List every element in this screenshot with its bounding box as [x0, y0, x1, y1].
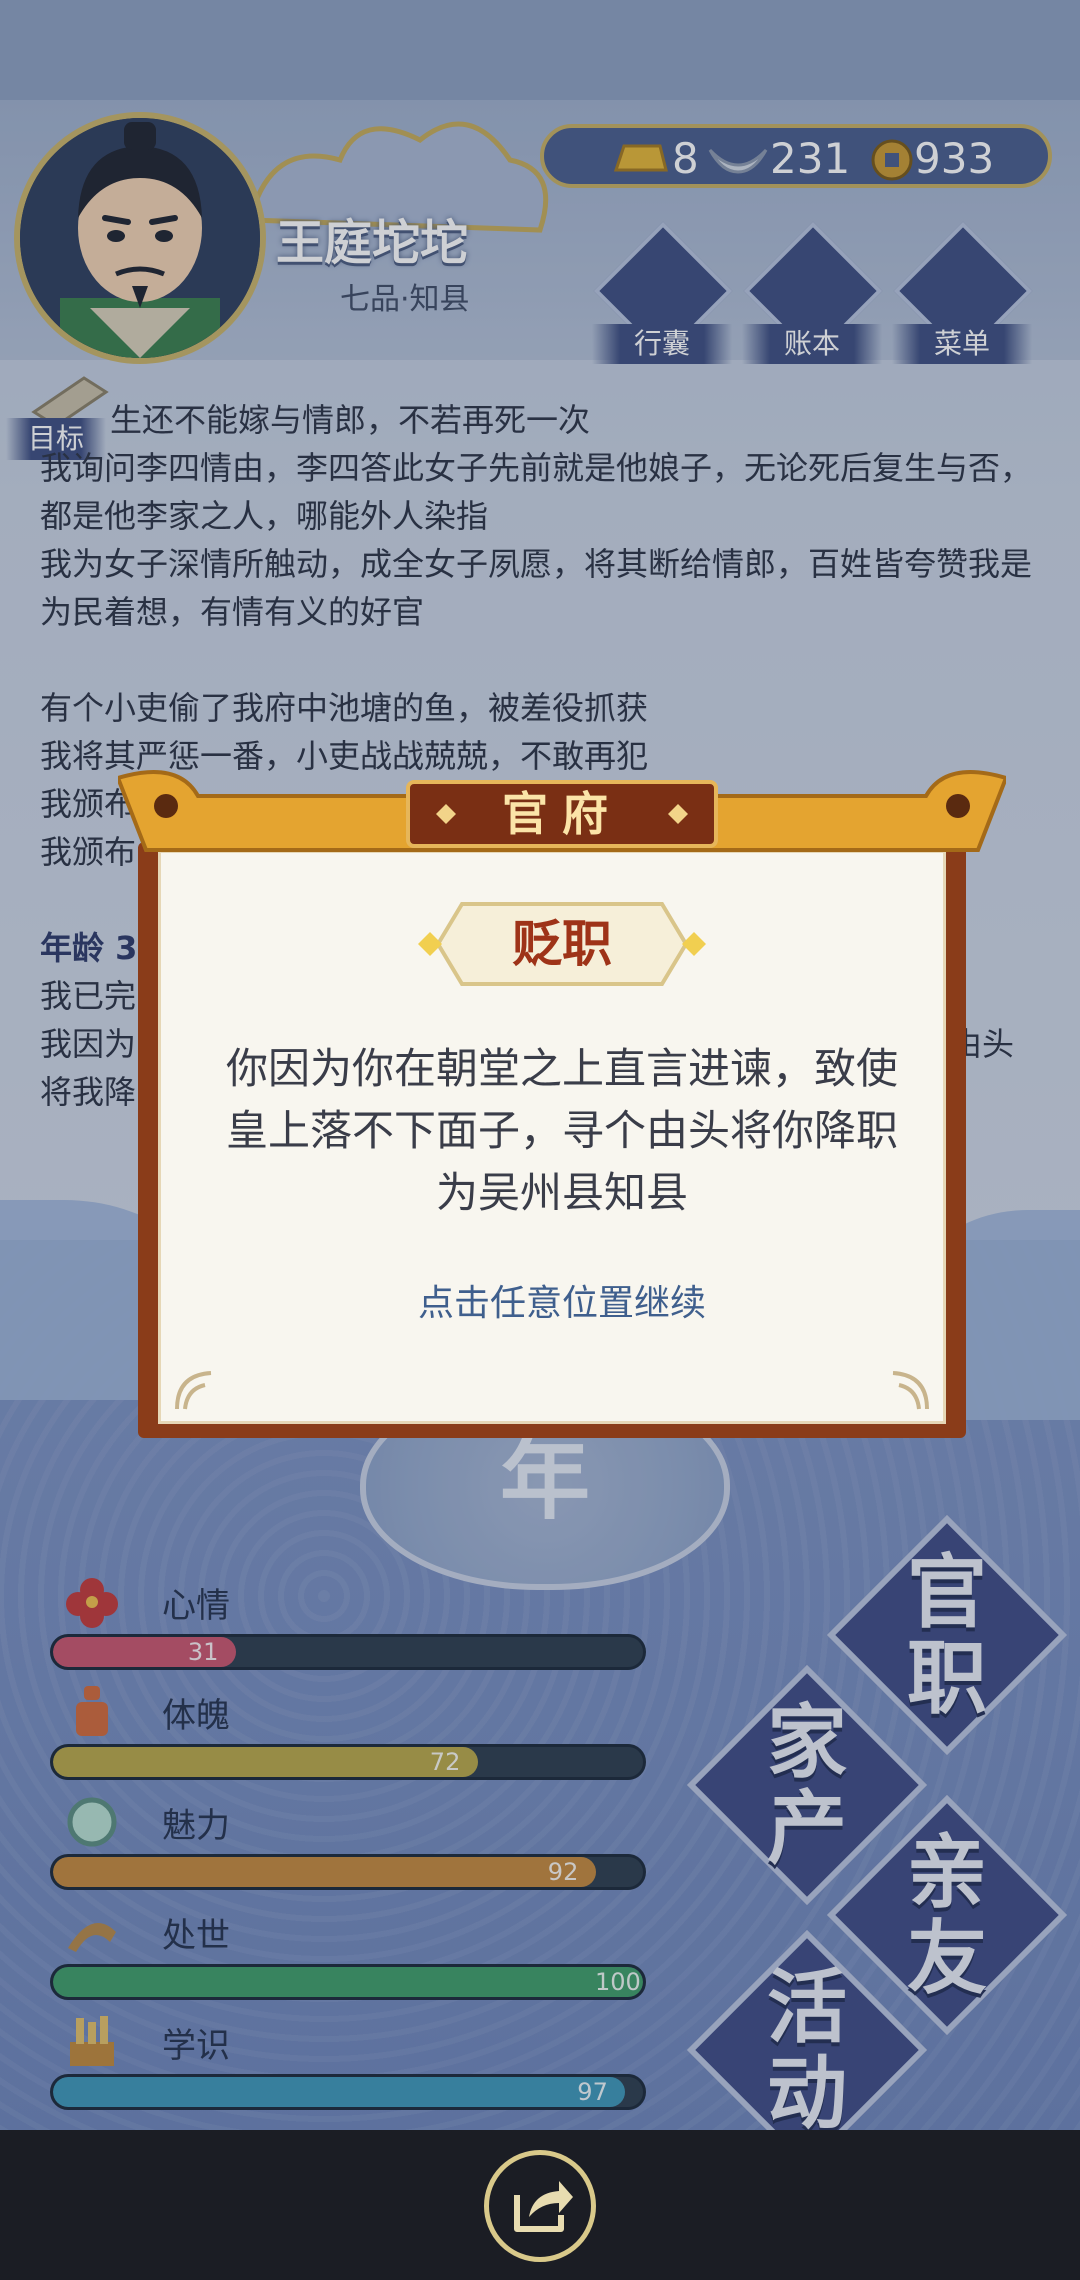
dialog-subtitle: 贬职	[512, 914, 612, 973]
corner-ornament-icon	[175, 1371, 212, 1410]
corner-ornament-icon	[892, 1371, 929, 1410]
tap-to-continue[interactable]: 点击任意位置继续	[238, 1274, 886, 1326]
notification-dialog[interactable]: 官府 贬职 你因为你在朝堂之上直言进谏，致使皇上落不下面子，寻个由头将你降职为吴…	[118, 766, 1006, 1476]
share-button[interactable]	[484, 2150, 596, 2262]
dialog-title: 官府	[502, 787, 622, 841]
dialog-message: 你因为你在朝堂之上直言进谏，致使皇上落不下面子，寻个由头将你降职为吴州县知县	[225, 1044, 898, 1217]
share-icon	[514, 2181, 573, 2232]
